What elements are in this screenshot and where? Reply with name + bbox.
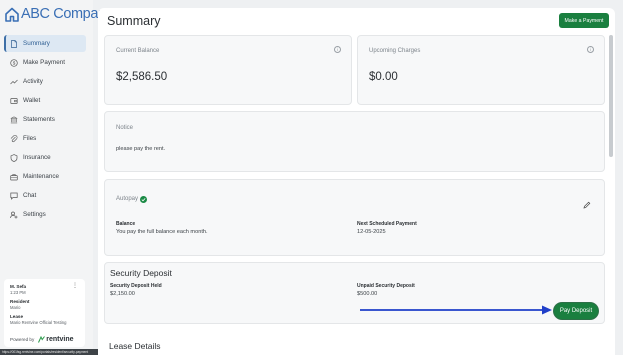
notice-label: Notice (116, 125, 134, 131)
house-logo-icon (5, 7, 19, 22)
trend-line-icon (10, 78, 18, 86)
pencil-edit-icon[interactable] (583, 196, 591, 209)
sidebar-item-wallet[interactable]: Wallet (4, 92, 86, 109)
check-circle-icon (140, 196, 147, 203)
current-balance-label: Current Balance (116, 48, 160, 54)
sidebar-nav: Summary $ Make Payment Activity Wallet S… (4, 35, 86, 225)
wallet-icon (10, 97, 18, 105)
info-icon[interactable]: i (334, 46, 341, 53)
rentvine-brand: rentvine (46, 336, 74, 343)
more-options-icon[interactable]: ⋮ (72, 283, 78, 289)
user-card: M. Sefa 1:23 PM ⋮ Resident Mario Lease M… (4, 279, 85, 347)
current-balance-value: $2,586.50 (116, 71, 168, 83)
svg-text:$: $ (13, 60, 16, 65)
sidebar-item-statements[interactable]: Statements (4, 111, 86, 128)
dollar-circle-icon: $ (10, 58, 18, 67)
user-settings-icon (10, 211, 18, 219)
rentvine-logo[interactable]: rentvine (38, 336, 74, 343)
sidebar-item-label: Wallet (23, 97, 41, 104)
unpaid-deposit-value: $500.00 (357, 291, 378, 297)
sidebar-item-label: Maintenance (23, 173, 60, 180)
toolbox-icon (10, 173, 18, 181)
sidebar-item-label: Chat (23, 192, 37, 199)
notice-text: please pay the rent. (116, 146, 166, 152)
powered-by: Powered by rentvine (10, 336, 74, 343)
sidebar-item-label: Files (23, 135, 37, 142)
next-payment-value: 12-05-2025 (357, 229, 386, 235)
paperclip-icon (10, 134, 18, 143)
bank-icon (10, 115, 18, 124)
sidebar-item-files[interactable]: Files (4, 130, 86, 147)
deposit-held-label: Security Deposit Held (110, 283, 162, 289)
pointer-arrow (360, 305, 552, 315)
user-name: M. Sefa (10, 284, 27, 289)
sidebar-item-maintenance[interactable]: Maintenance (4, 168, 86, 185)
autopay-balance-label: Balance (116, 221, 136, 227)
scrollbar[interactable] (609, 35, 613, 157)
sidebar-item-insurance[interactable]: Insurance (4, 149, 86, 166)
sidebar-item-label: Activity (23, 78, 43, 85)
info-icon[interactable]: i (587, 46, 594, 53)
user-time: 1:23 PM (10, 290, 26, 295)
make-payment-button[interactable]: Make a Payment (559, 13, 609, 28)
sidebar-item-label: Insurance (23, 154, 51, 161)
main-content: Summary Make a Payment Current Balance i… (98, 8, 615, 355)
resident-label: Resident (10, 299, 30, 304)
deposit-held-value: $2,150.00 (110, 291, 135, 297)
sidebar-item-label: Summary (23, 40, 50, 47)
sidebar-item-chat[interactable]: Chat (4, 187, 86, 204)
autopay-balance-text: You pay the full balance each month. (116, 229, 208, 235)
sidebar-item-settings[interactable]: Settings (4, 206, 86, 223)
sidebar-item-summary[interactable]: Summary (4, 35, 86, 52)
status-url: https://001fsg.rentvine.com/portals/resi… (0, 349, 114, 355)
powered-by-label: Powered by (10, 337, 35, 342)
resident-value: Mario (10, 305, 21, 310)
lease-value: Mario Rentvine Official Testing (10, 320, 67, 325)
security-deposit-title: Security Deposit (110, 268, 172, 278)
sidebar: ABC Company Summary $ Make Payment Activ… (0, 0, 113, 355)
sidebar-item-label: Make Payment (23, 59, 65, 66)
chat-icon (10, 192, 18, 200)
notice-card: Notice please pay the rent. (104, 111, 605, 172)
lease-details-title: Lease Details (109, 341, 161, 351)
upcoming-charges-card: Upcoming Charges i $0.00 (357, 35, 605, 105)
sidebar-item-label: Settings (23, 211, 46, 218)
next-payment-label: Next Scheduled Payment (357, 221, 417, 227)
autopay-card: Autopay Balance You pay the full balance… (104, 179, 605, 256)
rentvine-mark-icon (38, 336, 46, 343)
company-logo[interactable]: ABC Company (5, 6, 113, 22)
sidebar-item-make-payment[interactable]: $ Make Payment (4, 54, 86, 71)
autopay-label: Autopay (116, 196, 139, 202)
current-balance-card: Current Balance i $2,586.50 (104, 35, 352, 105)
upcoming-charges-label: Upcoming Charges (369, 48, 421, 54)
unpaid-deposit-label: Unpaid Security Deposit (357, 283, 415, 289)
upcoming-charges-value: $0.00 (369, 71, 398, 83)
sidebar-item-activity[interactable]: Activity (4, 73, 86, 90)
lease-label: Lease (10, 314, 24, 319)
sidebar-item-label: Statements (23, 116, 55, 123)
document-icon (10, 39, 18, 48)
shield-icon (10, 153, 18, 162)
pay-deposit-button[interactable]: Pay Deposit (554, 303, 598, 319)
page-title: Summary (107, 14, 161, 28)
